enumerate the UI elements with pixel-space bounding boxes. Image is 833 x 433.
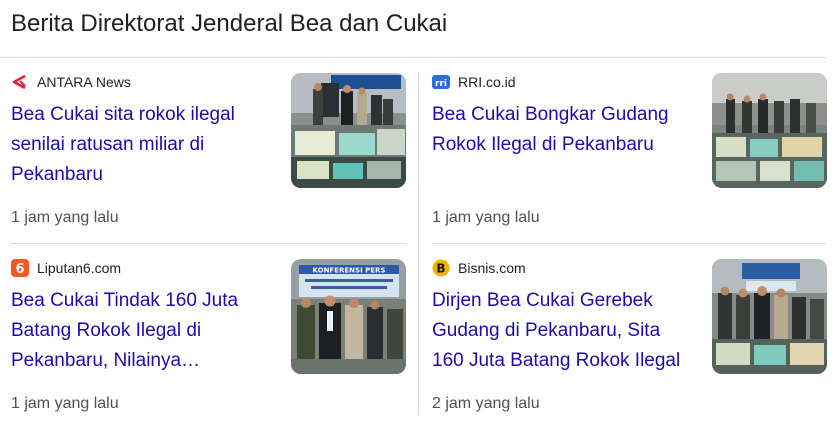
news-source-name: RRI.co.id <box>458 74 516 90</box>
section-title: Berita Direktorat Jenderal Bea dan Cukai <box>11 10 448 37</box>
headline-line: Bea Cukai Tindak 160 Juta <box>11 290 239 311</box>
news-thumbnail[interactable]: KONFERENSI PERS <box>291 259 406 374</box>
headline-line: Bea Cukai Bongkar Gudang <box>432 104 669 125</box>
rri-icon: rri <box>432 73 450 91</box>
news-headline[interactable]: Bea Cukai Bongkar Gudang Rokok Ilegal di… <box>432 100 694 160</box>
headline-line: Pekanbaru, Nilainya… <box>11 350 201 371</box>
news-thumbnail[interactable] <box>712 73 827 188</box>
news-timestamp: 1 jam yang lalu <box>11 395 119 412</box>
news-thumbnail[interactable] <box>291 73 406 188</box>
news-card[interactable]: rri RRI.co.id Bea Cukai Bongkar Gudang R… <box>432 72 827 240</box>
news-timestamp: 1 jam yang lalu <box>432 209 540 226</box>
news-source-name: Bisnis.com <box>458 260 526 276</box>
headline-line: Dirjen Bea Cukai Gerebek <box>432 290 653 311</box>
headline-line: Batang Rokok Ilegal di <box>11 320 202 341</box>
news-card[interactable]: 6 Liputan6.com Bea Cukai Tindak 160 Juta… <box>11 258 406 426</box>
news-headline[interactable]: Bea Cukai sita rokok ilegal senilai ratu… <box>11 100 273 190</box>
news-timestamp: 2 jam yang lalu <box>432 395 540 412</box>
news-source[interactable]: ANTARA News <box>11 73 131 91</box>
news-headline[interactable]: Dirjen Bea Cukai Gerebek Gudang di Pekan… <box>432 286 694 376</box>
news-source[interactable]: rri RRI.co.id <box>432 73 516 91</box>
thumb-banner-text: KONFERENSI PERS <box>313 267 386 275</box>
news-card[interactable]: B Bisnis.com Dirjen Bea Cukai Gerebek Gu… <box>432 258 827 426</box>
headline-line: Bea Cukai sita rokok ilegal <box>11 104 235 125</box>
headline-line: Rokok Ilegal di Pekanbaru <box>432 134 654 155</box>
svg-text:6: 6 <box>15 262 24 277</box>
antara-icon <box>11 73 29 91</box>
svg-text:B: B <box>436 262 445 276</box>
headline-line: senilai ratusan miliar di <box>11 134 205 155</box>
row-divider-left <box>11 243 406 244</box>
headline-line: 160 Juta Batang Rokok Ilegal <box>432 350 681 371</box>
news-source[interactable]: B Bisnis.com <box>432 259 526 277</box>
section-divider <box>0 57 826 58</box>
news-timestamp: 1 jam yang lalu <box>11 209 119 226</box>
news-thumbnail[interactable] <box>712 259 827 374</box>
bisnis-icon: B <box>432 259 450 277</box>
column-divider <box>418 72 419 415</box>
headline-line: Pekanbaru <box>11 164 103 185</box>
row-divider-right <box>432 243 826 244</box>
headline-line: Gudang di Pekanbaru, Sita <box>432 320 661 341</box>
news-source-name: ANTARA News <box>37 74 131 90</box>
news-card[interactable]: ANTARA News Bea Cukai sita rokok ilegal … <box>11 72 406 240</box>
news-headline[interactable]: Bea Cukai Tindak 160 Juta Batang Rokok I… <box>11 286 273 376</box>
svg-text:rri: rri <box>435 79 447 89</box>
news-source[interactable]: 6 Liputan6.com <box>11 259 121 277</box>
liputan6-icon: 6 <box>11 259 29 277</box>
news-source-name: Liputan6.com <box>37 260 122 276</box>
